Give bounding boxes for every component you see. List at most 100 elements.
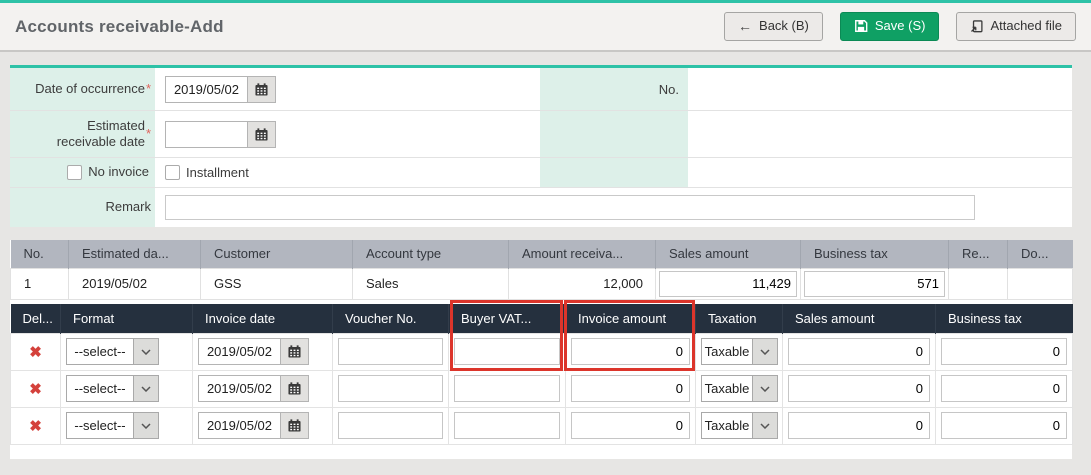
form-row-remark: Remark xyxy=(10,188,1072,227)
no-invoice-checkbox[interactable]: No invoice xyxy=(67,164,149,180)
invoice-amount-input[interactable] xyxy=(571,375,690,402)
estimated-receivable-date-input[interactable] xyxy=(166,122,247,147)
attached-file-button-label: Attached file xyxy=(990,19,1062,33)
date-of-occurrence-label: Date of occurrence* xyxy=(10,68,155,110)
delete-row-button[interactable]: ✖ xyxy=(11,333,61,370)
calendar-icon xyxy=(255,128,268,141)
no-field-label: No. xyxy=(540,68,688,110)
col-account-type: Account type xyxy=(353,240,509,268)
format-select[interactable]: --select-- xyxy=(66,412,159,439)
invoice-amount-input[interactable] xyxy=(571,338,690,365)
back-arrow-icon: ← xyxy=(738,19,752,34)
invoice-date-field xyxy=(198,412,309,439)
row-sales-amount-input[interactable] xyxy=(788,412,930,439)
col-re: Re... xyxy=(949,240,1008,268)
checkbox-icon[interactable] xyxy=(67,165,82,180)
col-invoice-date: Invoice date xyxy=(193,304,333,334)
date-of-occurrence-calendar-button[interactable] xyxy=(247,77,275,102)
invoice-date-calendar-button[interactable] xyxy=(280,413,308,438)
date-of-occurrence-field xyxy=(165,76,276,103)
installment-checkbox[interactable]: Installment xyxy=(165,165,249,180)
estimated-receivable-date-calendar-button[interactable] xyxy=(247,122,275,147)
summary-re xyxy=(949,268,1008,299)
buyer-vat-input[interactable] xyxy=(454,412,560,439)
col-business-tax: Business tax xyxy=(936,304,1073,334)
mid-spacer xyxy=(540,111,688,157)
buyer-vat-input[interactable] xyxy=(454,338,560,365)
save-button[interactable]: Save (S) xyxy=(840,12,940,40)
content-area: Date of occurrence* No. Estimate xyxy=(0,52,1091,459)
col-format: Format xyxy=(61,304,193,334)
calendar-icon xyxy=(288,345,301,358)
page-header: Accounts receivable-Add ← Back (B) Save … xyxy=(0,3,1091,52)
format-select[interactable]: --select-- xyxy=(66,375,159,402)
col-sales-amount: Sales amount xyxy=(656,240,801,268)
row-sales-amount-input[interactable] xyxy=(788,375,930,402)
calendar-icon xyxy=(288,382,301,395)
col-estimated-date: Estimated da... xyxy=(69,240,201,268)
taxation-select[interactable]: Taxable xyxy=(701,338,778,365)
estimated-receivable-date-label: Estimated receivable date* xyxy=(10,111,155,157)
calendar-icon xyxy=(255,83,268,96)
buyer-vat-input[interactable] xyxy=(454,375,560,402)
summary-row: 1 2019/05/02 GSS Sales 12,000 xyxy=(11,268,1073,299)
taxation-select[interactable]: Taxable xyxy=(701,412,778,439)
chevron-down-icon xyxy=(133,413,158,438)
mid-spacer xyxy=(540,158,688,187)
summary-amount-receivable: 12,000 xyxy=(509,268,656,299)
estimated-receivable-date-field xyxy=(165,121,276,148)
invoice-amount-input[interactable] xyxy=(571,412,690,439)
invoice-date-input[interactable] xyxy=(199,413,280,438)
invoice-date-calendar-button[interactable] xyxy=(280,339,308,364)
format-select[interactable]: --select-- xyxy=(66,338,159,365)
summary-customer: GSS xyxy=(201,268,353,299)
voucher-no-input[interactable] xyxy=(338,375,443,402)
summary-account-type: Sales xyxy=(353,268,509,299)
save-icon xyxy=(854,19,868,33)
form-row-date-of-occurrence: Date of occurrence* No. xyxy=(10,68,1072,111)
summary-business-tax-input[interactable] xyxy=(804,271,945,297)
attached-file-button[interactable]: Attached file xyxy=(956,12,1076,40)
invoice-date-input[interactable] xyxy=(199,376,280,401)
chevron-down-icon xyxy=(752,413,777,438)
row-business-tax-input[interactable] xyxy=(941,338,1067,365)
col-voucher-no: Voucher No. xyxy=(333,304,449,334)
row-sales-amount-input[interactable] xyxy=(788,338,930,365)
remark-label: Remark xyxy=(10,188,155,227)
form-row-estimated-receivable-date: Estimated receivable date* xyxy=(10,111,1072,158)
invoice-table: Del... Format Invoice date Voucher No. B… xyxy=(10,304,1073,445)
summary-table: No. Estimated da... Customer Account typ… xyxy=(10,240,1073,300)
page-title: Accounts receivable-Add xyxy=(15,17,224,37)
delete-row-button[interactable]: ✖ xyxy=(11,370,61,407)
col-sales-amount: Sales amount xyxy=(783,304,936,334)
invoice-date-field xyxy=(198,338,309,365)
delete-row-button[interactable]: ✖ xyxy=(11,407,61,444)
chevron-down-icon xyxy=(133,339,158,364)
summary-sales-amount-input[interactable] xyxy=(659,271,797,297)
col-customer: Customer xyxy=(201,240,353,268)
remark-input[interactable] xyxy=(165,195,975,220)
back-button[interactable]: ← Back (B) xyxy=(724,12,823,41)
taxation-select[interactable]: Taxable xyxy=(701,375,778,402)
invoice-row: ✖ --select-- xyxy=(11,407,1073,444)
summary-no: 1 xyxy=(11,268,69,299)
chevron-down-icon xyxy=(133,376,158,401)
col-buyer-vat: Buyer VAT... xyxy=(449,304,566,334)
voucher-no-input[interactable] xyxy=(338,412,443,439)
chevron-down-icon xyxy=(752,339,777,364)
chevron-down-icon xyxy=(752,376,777,401)
col-delete: Del... xyxy=(11,304,61,334)
invoice-date-calendar-button[interactable] xyxy=(280,376,308,401)
invoice-date-input[interactable] xyxy=(199,339,280,364)
voucher-no-input[interactable] xyxy=(338,338,443,365)
no-invoice-label: No invoice xyxy=(88,164,149,180)
form-row-checkboxes: No invoice Installment xyxy=(10,158,1072,188)
col-do: Do... xyxy=(1008,240,1073,268)
calendar-icon xyxy=(288,419,301,432)
invoice-row: ✖ --select-- xyxy=(11,333,1073,370)
row-business-tax-input[interactable] xyxy=(941,412,1067,439)
required-marker: * xyxy=(146,81,151,97)
checkbox-icon[interactable] xyxy=(165,165,180,180)
date-of-occurrence-input[interactable] xyxy=(166,77,247,102)
row-business-tax-input[interactable] xyxy=(941,375,1067,402)
